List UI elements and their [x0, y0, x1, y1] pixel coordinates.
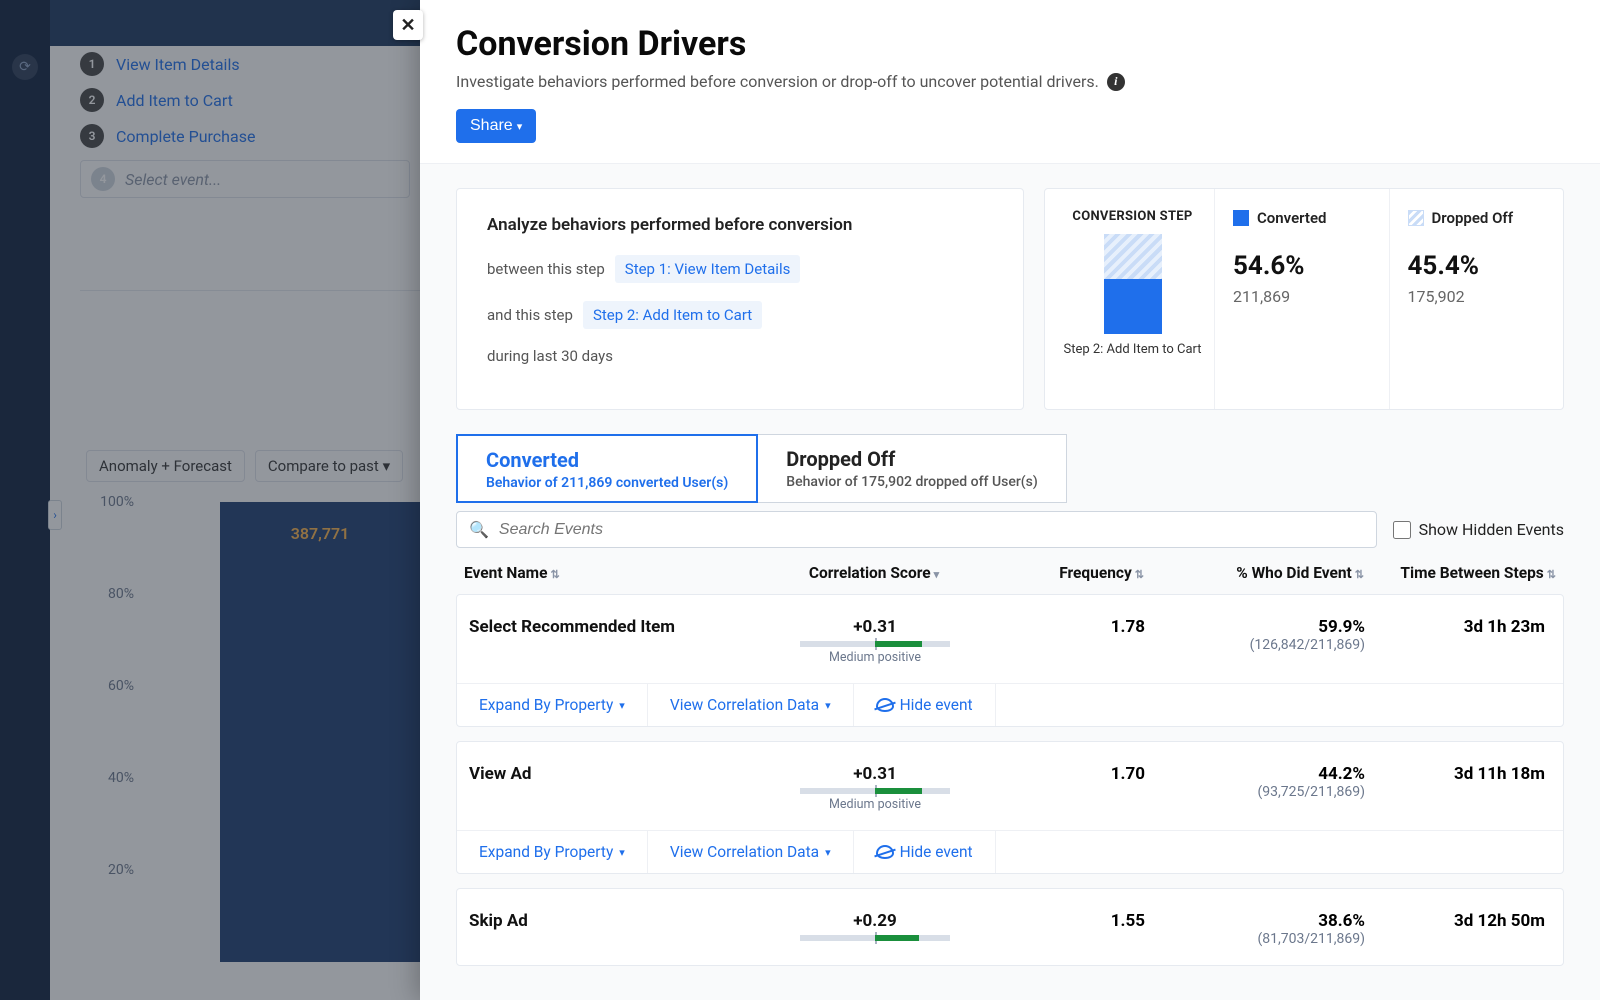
event-row: View Ad +0.31 Medium positive 1.70 44.2%…: [456, 741, 1564, 874]
event-name: Select Recommended Item: [465, 617, 765, 637]
who-percent: 59.9%: [1145, 617, 1365, 637]
correlation-strength: Medium positive: [829, 797, 921, 812]
converted-stat: Converted 54.6% 211,869: [1215, 189, 1390, 409]
search-events-input[interactable]: [499, 521, 1364, 539]
row-actions: Expand By Property▾ View Correlation Dat…: [457, 683, 1563, 726]
panel-header: Conversion Drivers Investigate behaviors…: [420, 0, 1600, 164]
who-percent: 38.6%: [1145, 911, 1365, 931]
correlation-bar: [800, 788, 950, 794]
eye-slash-icon: [876, 698, 894, 712]
hide-event-button[interactable]: Hide event: [854, 684, 996, 726]
converted-percent: 54.6%: [1233, 251, 1371, 281]
chevron-down-icon: ▾: [825, 699, 831, 712]
segment-tabs: Converted Behavior of 211,869 converted …: [456, 434, 1564, 503]
who-fraction: (93,725/211,869): [1145, 784, 1365, 800]
correlation-value: +0.29: [853, 911, 896, 931]
expand-by-property-button[interactable]: Expand By Property▾: [457, 684, 648, 726]
sort-icon: ⇅: [1135, 568, 1144, 581]
eye-slash-icon: [876, 845, 894, 859]
event-row: Skip Ad +0.29 1.55 38.6%(81,703/211,869)…: [456, 888, 1564, 966]
show-hidden-events-toggle[interactable]: Show Hidden Events: [1393, 520, 1564, 539]
dropped-count: 175,902: [1408, 287, 1546, 306]
frequency-value: 1.70: [985, 764, 1145, 784]
close-panel-button[interactable]: ✕: [393, 10, 423, 40]
legend-swatch-converted: [1233, 210, 1249, 226]
chevron-down-icon: ▾: [619, 699, 625, 712]
correlation-value: +0.31: [853, 764, 896, 784]
correlation-strength: Medium positive: [829, 650, 921, 665]
hide-event-button[interactable]: Hide event: [854, 831, 996, 873]
time-between-value: 3d 11h 18m: [1365, 764, 1555, 784]
step-chip-from[interactable]: Step 1: View Item Details: [615, 255, 801, 283]
col-time-between[interactable]: Time Between Steps⇅: [1364, 564, 1556, 582]
converted-count: 211,869: [1233, 287, 1371, 306]
analyze-text: between this step: [487, 260, 605, 278]
correlation-bar: [800, 935, 950, 941]
view-correlation-data-button[interactable]: View Correlation Data▾: [648, 831, 854, 873]
dropped-percent: 45.4%: [1408, 251, 1546, 281]
legend-swatch-dropped: [1408, 210, 1424, 226]
analyze-card: Analyze behaviors performed before conve…: [456, 188, 1024, 410]
search-icon: 🔍: [469, 520, 489, 539]
who-percent: 44.2%: [1145, 764, 1365, 784]
frequency-value: 1.55: [985, 911, 1145, 931]
conversion-drivers-panel: ✕ Conversion Drivers Investigate behavio…: [420, 0, 1600, 1000]
col-correlation[interactable]: Correlation Score▾: [764, 564, 984, 582]
time-between-value: 3d 1h 23m: [1365, 617, 1555, 637]
sort-icon: ⇅: [1547, 568, 1556, 581]
tab-dropped-off[interactable]: Dropped Off Behavior of 175,902 dropped …: [757, 434, 1066, 503]
chevron-down-icon: ▾: [619, 846, 625, 859]
time-between-value: 3d 12h 50m: [1365, 911, 1555, 931]
correlation-widget: +0.29: [765, 911, 985, 944]
analyze-timeframe: during last 30 days: [487, 347, 613, 365]
info-icon[interactable]: i: [1107, 73, 1125, 91]
conversion-step-caption: Step 2: Add Item to Cart: [1063, 342, 1201, 357]
panel-body: Analyze behaviors performed before conve…: [420, 164, 1600, 1000]
correlation-bar: [800, 641, 950, 647]
who-fraction: (81,703/211,869): [1145, 931, 1365, 947]
share-button[interactable]: Share▾: [456, 109, 536, 143]
conversion-step-card: CONVERSION STEP Step 2: Add Item to Cart…: [1044, 188, 1564, 410]
sort-icon: ⇅: [550, 568, 559, 581]
correlation-widget: +0.31 Medium positive: [765, 764, 985, 812]
correlation-value: +0.31: [853, 617, 896, 637]
analyze-text: and this step: [487, 306, 573, 324]
who-fraction: (126,842/211,869): [1145, 637, 1365, 653]
minichart-dropped-segment: [1104, 234, 1162, 279]
panel-title: Conversion Drivers: [456, 24, 1564, 64]
show-hidden-checkbox[interactable]: [1393, 521, 1411, 539]
events-table-head: Event Name⇅ Correlation Score▾ Frequency…: [456, 552, 1564, 594]
col-who-did-event[interactable]: % Who Did Event⇅: [1144, 564, 1364, 582]
event-row: Select Recommended Item +0.31 Medium pos…: [456, 594, 1564, 727]
expand-by-property-button[interactable]: Expand By Property▾: [457, 831, 648, 873]
col-frequency[interactable]: Frequency⇅: [984, 564, 1144, 582]
col-event-name[interactable]: Event Name⇅: [464, 564, 764, 582]
close-icon: ✕: [400, 15, 415, 36]
panel-subtitle: Investigate behaviors performed before c…: [456, 72, 1564, 91]
minichart-converted-segment: [1104, 279, 1162, 334]
analyze-heading: Analyze behaviors performed before conve…: [487, 215, 993, 235]
frequency-value: 1.78: [985, 617, 1145, 637]
correlation-widget: +0.31 Medium positive: [765, 617, 985, 665]
event-name: Skip Ad: [465, 911, 765, 931]
conversion-step-label: CONVERSION STEP: [1072, 209, 1192, 224]
step-chip-to[interactable]: Step 2: Add Item to Cart: [583, 301, 762, 329]
chevron-down-icon: ▾: [825, 846, 831, 859]
sort-desc-icon: ▾: [934, 568, 940, 581]
dropped-stat: Dropped Off 45.4% 175,902: [1390, 189, 1564, 409]
view-correlation-data-button[interactable]: View Correlation Data▾: [648, 684, 854, 726]
event-name: View Ad: [465, 764, 765, 784]
conversion-step-minichart: [1104, 234, 1162, 334]
sort-icon: ⇅: [1355, 568, 1364, 581]
chevron-down-icon: ▾: [517, 121, 523, 133]
tab-converted[interactable]: Converted Behavior of 211,869 converted …: [456, 434, 758, 503]
search-events-box[interactable]: 🔍: [456, 511, 1377, 548]
row-actions: Expand By Property▾ View Correlation Dat…: [457, 830, 1563, 873]
